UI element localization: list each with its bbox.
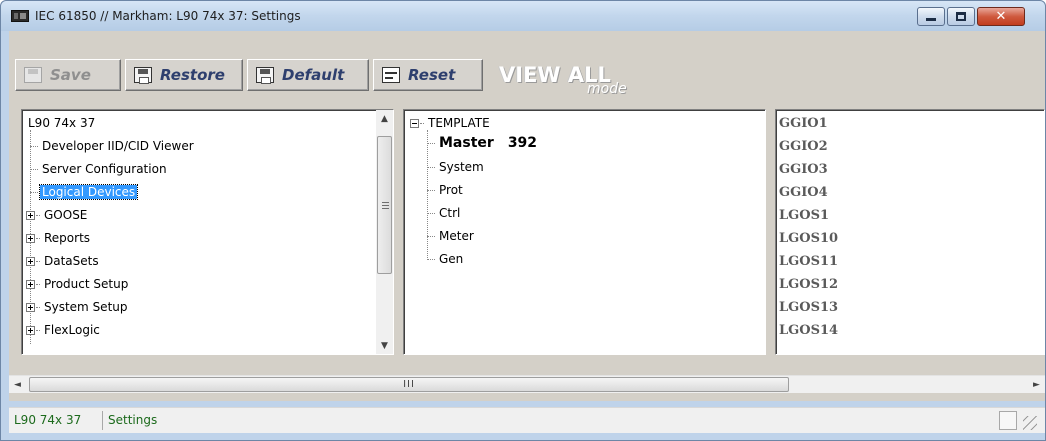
title-bar[interactable]: IEC 61850 // Markham: L90 74x 37: Settin… <box>1 1 1045 31</box>
tree-node-template[interactable]: TEMPLATE <box>410 114 492 132</box>
tree-item[interactable]: Server Configuration <box>26 160 169 178</box>
scroll-up-icon[interactable]: ▲ <box>376 110 393 127</box>
maximize-icon <box>956 12 966 21</box>
horizontal-scrollbar[interactable]: ◄ III ► <box>9 375 1045 393</box>
expand-icon[interactable] <box>26 257 35 266</box>
list-item[interactable]: LGOS11 <box>779 252 838 272</box>
save-disk-icon <box>24 67 42 83</box>
restore-label: Restore <box>160 66 225 84</box>
tree-node-category[interactable]: Prot <box>427 181 465 199</box>
default-label: Default <box>282 66 345 84</box>
tree-item[interactable]: GOOSE <box>26 206 89 224</box>
logical-device-tree-panel: TEMPLATE Master 392 System Prot Ctrl Meter Ge… <box>403 109 766 355</box>
tree-item[interactable]: Logical Devices <box>26 183 139 201</box>
app-monitor-icon <box>11 10 29 22</box>
expand-icon[interactable] <box>26 280 35 289</box>
status-view: Settings <box>108 413 158 427</box>
expand-icon[interactable] <box>26 234 35 243</box>
list-item[interactable]: GGIO2 <box>779 137 828 157</box>
list-item[interactable]: LGOS13 <box>779 298 838 318</box>
tree-item[interactable]: Product Setup <box>26 275 130 293</box>
tree-item[interactable]: Developer IID/CID Viewer <box>26 137 196 155</box>
reset-label: Reset <box>408 66 456 84</box>
master-count: 392 <box>507 135 538 151</box>
list-item[interactable]: LGOS12 <box>779 275 838 295</box>
tree-node-category[interactable]: Meter <box>427 227 476 245</box>
scroll-thumb[interactable] <box>377 136 392 274</box>
tree-node-category[interactable]: System <box>427 158 486 176</box>
tree-item[interactable]: System Setup <box>26 298 130 316</box>
settings-tree-panel: L90 74x 37 Developer IID/CID Viewer Serve… <box>21 109 394 355</box>
view-mode-label: mode <box>587 81 627 97</box>
restore-button[interactable]: Restore <box>125 59 243 91</box>
list-item[interactable]: LGOS14 <box>779 321 838 341</box>
status-indicator <box>999 411 1017 430</box>
collapse-icon[interactable] <box>410 119 419 128</box>
tree-node-category[interactable]: Gen <box>427 250 465 268</box>
scroll-right-icon[interactable]: ► <box>1028 376 1045 393</box>
resize-grip-icon[interactable] <box>1023 416 1037 430</box>
close-icon: ✕ <box>995 9 1007 24</box>
logical-node-list-panel: GGIO1 GGIO2 GGIO3 GGIO4 LGOS1 LGOS10 LGOS11 LGO… <box>775 109 1045 355</box>
scroll-left-icon[interactable]: ◄ <box>9 376 26 393</box>
list-item[interactable]: GGIO4 <box>779 183 828 203</box>
expand-icon[interactable] <box>26 326 35 335</box>
save-button[interactable]: Save <box>15 59 121 91</box>
left-vertical-scrollbar[interactable]: ▲ ▼ <box>376 110 393 354</box>
window-title: IEC 61850 // Markham: L90 74x 37: Settin… <box>35 9 301 23</box>
tree-item[interactable]: Reports <box>26 229 92 247</box>
horizontal-scroll-thumb[interactable]: III <box>29 377 789 392</box>
expand-icon[interactable] <box>26 211 35 220</box>
list-item[interactable]: GGIO3 <box>779 160 828 180</box>
save-label: Save <box>50 66 91 84</box>
reset-document-icon <box>382 67 400 83</box>
restore-floppy-icon <box>134 67 152 84</box>
close-button[interactable]: ✕ <box>977 7 1025 26</box>
default-button[interactable]: Default <box>247 59 369 91</box>
maximize-button[interactable] <box>947 7 975 26</box>
content-area: L90 74x 37 Developer IID/CID Viewer Serve… <box>9 97 1045 401</box>
minimize-icon <box>926 18 936 21</box>
reset-button[interactable]: Reset <box>373 59 483 91</box>
status-bar: L90 74x 37 Settings <box>9 407 1045 433</box>
list-item[interactable]: LGOS1 <box>779 206 829 226</box>
status-device: L90 74x 37 <box>11 411 103 430</box>
tree-node-category[interactable]: Ctrl <box>427 204 462 222</box>
minimize-button[interactable] <box>917 7 945 26</box>
list-item[interactable]: GGIO1 <box>779 114 828 134</box>
toolbar: Save Restore Default Reset VIEW ALL mode <box>9 31 1045 97</box>
tree-item[interactable]: FlexLogic <box>26 321 102 339</box>
default-floppy-icon <box>256 67 274 84</box>
main-window: IEC 61850 // Markham: L90 74x 37: Settin… <box>0 0 1046 441</box>
tree-root-device[interactable]: L90 74x 37 <box>26 114 97 132</box>
list-item[interactable]: LGOS10 <box>779 229 838 249</box>
expand-icon[interactable] <box>26 303 35 312</box>
tree-node-master[interactable]: Master 392 <box>427 134 537 152</box>
scroll-down-icon[interactable]: ▼ <box>376 337 393 354</box>
tree-item[interactable]: DataSets <box>26 252 101 270</box>
